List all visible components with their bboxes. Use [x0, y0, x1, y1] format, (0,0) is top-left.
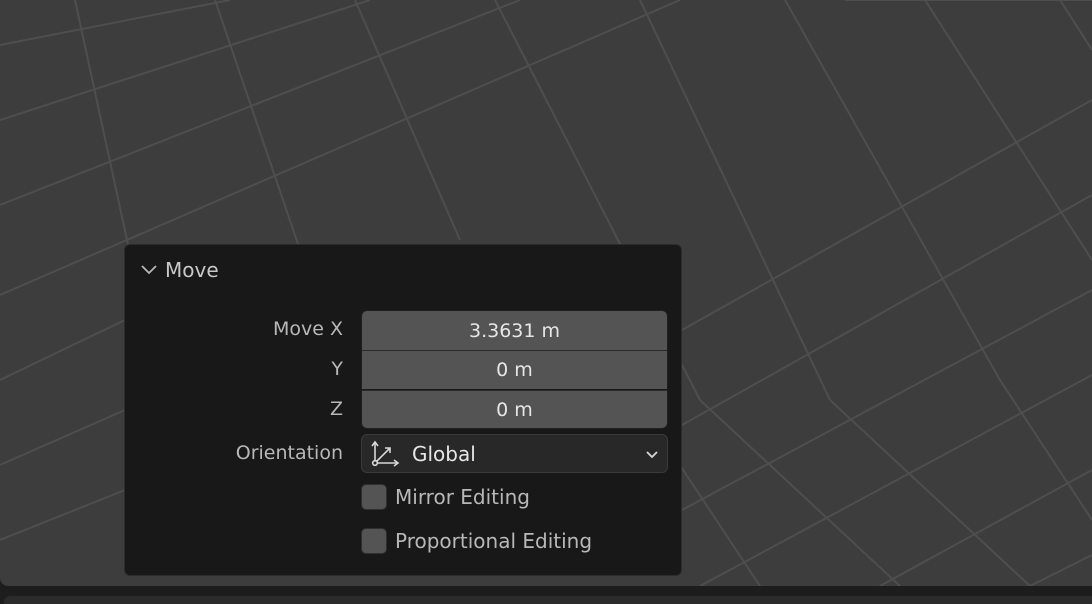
mirror-editing-label[interactable]: Mirror Editing	[395, 485, 530, 509]
3d-viewport[interactable]: Move Move X Y Z 3.3631 m 0 m 0 m Orienta…	[0, 0, 1092, 586]
move-vector-field: 3.3631 m 0 m 0 m	[361, 310, 668, 429]
bottom-region	[0, 586, 1092, 604]
chevron-down-icon[interactable]	[139, 260, 159, 280]
orientation-label: Orientation	[235, 442, 343, 464]
proportional-editing-checkbox[interactable]	[361, 528, 387, 554]
orientation-gizmo-icon	[371, 440, 400, 467]
proportional-editing-row[interactable]: Proportional Editing	[361, 527, 592, 555]
move-x-field[interactable]: 3.3631 m	[362, 311, 667, 350]
move-y-field[interactable]: 0 m	[362, 350, 667, 389]
timeline-header	[4, 596, 1092, 604]
orientation-value: Global	[412, 441, 476, 466]
orientation-dropdown[interactable]: Global	[361, 434, 668, 473]
move-z-field[interactable]: 0 m	[362, 390, 667, 428]
mirror-editing-checkbox[interactable]	[361, 484, 387, 510]
chevron-down-icon	[646, 450, 658, 458]
y-label: Y	[331, 358, 343, 380]
panel-header[interactable]: Move	[139, 257, 219, 283]
z-label: Z	[329, 398, 343, 420]
operator-panel-move: Move Move X Y Z 3.3631 m 0 m 0 m Orienta…	[124, 244, 682, 576]
panel-title: Move	[165, 258, 219, 282]
mirror-editing-row[interactable]: Mirror Editing	[361, 483, 530, 511]
proportional-editing-label[interactable]: Proportional Editing	[395, 529, 592, 553]
move-x-label: Move X	[272, 318, 343, 340]
